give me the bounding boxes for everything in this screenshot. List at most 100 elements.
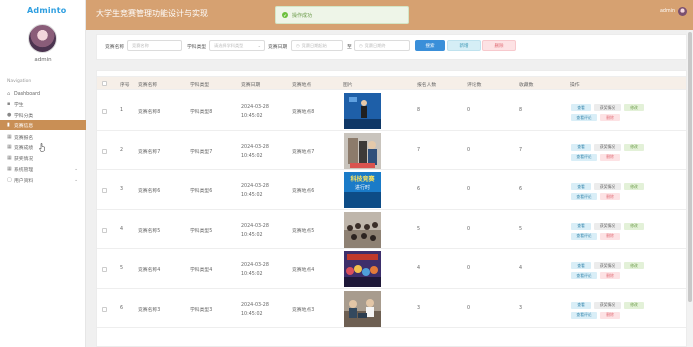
- sidebar-item-0[interactable]: ⌂ Dashboard: [0, 89, 86, 99]
- view-comments-button[interactable]: 查看评论: [571, 153, 597, 161]
- select-all-checkbox[interactable]: [102, 81, 107, 86]
- row-comments: 0: [467, 226, 471, 232]
- grid-icon: ▦: [7, 134, 12, 140]
- view-button[interactable]: 查看: [571, 262, 591, 269]
- nav-section-title: Navigation: [7, 79, 32, 84]
- row-place: 竞赛地点5: [292, 228, 315, 234]
- row-index: 2: [120, 147, 124, 153]
- sidebar-item-8[interactable]: ▢ 用户资料 ⌄: [0, 175, 86, 185]
- row-checkbox[interactable]: [102, 227, 107, 233]
- date-end-input[interactable]: ◷ 竞赛日期终: [354, 40, 410, 51]
- award-status-button[interactable]: 获奖情况: [594, 222, 621, 230]
- row-delete-button[interactable]: 删除: [600, 272, 620, 279]
- col-actions: 操作: [570, 83, 580, 88]
- row-index: 5: [120, 266, 124, 271]
- view-button[interactable]: 查看: [571, 301, 591, 309]
- row-checkbox[interactable]: [102, 267, 107, 272]
- row-type: 学科类型3: [190, 307, 213, 313]
- name-search-input[interactable]: 竞赛名称: [127, 40, 182, 51]
- row-delete-button[interactable]: 删除: [600, 114, 620, 121]
- view-button[interactable]: 查看: [571, 183, 591, 190]
- row-signups: 7: [417, 147, 421, 153]
- col-comments: 评论数: [467, 83, 482, 88]
- award-status-button[interactable]: 获奖情况: [594, 183, 621, 190]
- view-comments-button[interactable]: 查看评论: [571, 114, 597, 121]
- edit-button[interactable]: 修改: [624, 262, 644, 269]
- classroom-photo[interactable]: [344, 211, 381, 248]
- row-checkbox[interactable]: [102, 109, 107, 114]
- type-select[interactable]: 请选择学科类型 ⌄: [209, 40, 265, 51]
- sidebar-item-7[interactable]: ▦ 系统管理 ⌄: [0, 164, 86, 174]
- view-button[interactable]: 查看: [571, 143, 591, 151]
- view-comments-button[interactable]: 查看评论: [571, 193, 597, 200]
- sidebar-item-label: 学科分类: [14, 113, 34, 119]
- robot-photo[interactable]: [344, 132, 381, 169]
- avatar[interactable]: [28, 24, 57, 53]
- row-name: 竞赛名称3: [138, 307, 161, 313]
- mouse-pointer-icon: [39, 143, 45, 152]
- edit-button[interactable]: 修改: [624, 104, 644, 111]
- row-checkbox[interactable]: [102, 148, 107, 154]
- edit-button[interactable]: 修改: [624, 143, 644, 151]
- sidebar: Adminto admin Navigation ⌂ Dashboard ▪ 学生 ● 学…: [0, 0, 86, 347]
- edit-button[interactable]: 修改: [624, 183, 644, 190]
- row-delete-button[interactable]: 删除: [600, 232, 620, 240]
- sidebar-item-label: 用户资料: [14, 178, 34, 184]
- sidebar-item-1[interactable]: ▪ 学生: [0, 99, 86, 109]
- sidebar-item-6[interactable]: ▦ 获奖情况: [0, 153, 86, 163]
- name-filter-label: 竞赛名称: [105, 45, 125, 50]
- search-button[interactable]: 搜索: [415, 40, 445, 51]
- view-comments-button[interactable]: 查看评论: [571, 272, 597, 279]
- row-signups: 8: [417, 108, 421, 113]
- delete-button[interactable]: 删除: [482, 40, 516, 51]
- row-name: 竞赛名称8: [138, 110, 161, 115]
- view-button[interactable]: 查看: [571, 104, 591, 111]
- app-logo[interactable]: Adminto: [27, 6, 66, 15]
- view-comments-button[interactable]: 查看评论: [571, 311, 597, 319]
- row-type: 学科类型4: [190, 268, 213, 273]
- sidebar-item-label: Dashboard: [14, 91, 41, 97]
- sidebar-item-label: 竞赛报名: [14, 135, 34, 141]
- row-date: 2024-03-28 10:45:02: [241, 302, 269, 317]
- poster-photo[interactable]: 科技竞赛进行时: [344, 172, 381, 208]
- row-date: 2024-03-28 10:45:02: [241, 223, 269, 238]
- award-status-button[interactable]: 获奖情况: [594, 104, 621, 111]
- date-start-input[interactable]: ◷ 竞赛日期起始: [291, 40, 343, 51]
- header-username[interactable]: admin: [660, 9, 675, 14]
- row-index: 1: [120, 108, 124, 113]
- sidebar-item-3[interactable]: ▮ 竞赛信息: [0, 120, 86, 130]
- edit-button[interactable]: 修改: [624, 301, 644, 309]
- add-button[interactable]: 新增: [447, 40, 481, 51]
- date-filter-label: 竞赛日期: [268, 45, 288, 50]
- user-file-icon: ▢: [7, 177, 12, 183]
- row-comments: 0: [467, 187, 471, 192]
- row-delete-button[interactable]: 删除: [600, 193, 620, 200]
- col-place: 竞赛地点: [292, 83, 312, 88]
- row-checkbox[interactable]: [102, 306, 107, 312]
- col-index: 序号: [120, 83, 130, 88]
- chevron-down-icon: ⌄: [74, 166, 78, 172]
- view-comments-button[interactable]: 查看评论: [571, 232, 597, 240]
- row-date: 2024-03-28 10:45:02: [241, 144, 269, 159]
- row-type: 学科类型6: [190, 189, 213, 194]
- row-favorites: 3: [519, 305, 523, 311]
- row-place: 竞赛地点4: [292, 268, 315, 273]
- crowd-photo[interactable]: [344, 251, 381, 287]
- sidebar-item-2[interactable]: ● 学科分类: [0, 110, 86, 120]
- award-status-button[interactable]: 获奖情况: [594, 262, 621, 269]
- award-status-button[interactable]: 获奖情况: [594, 301, 621, 309]
- edit-button[interactable]: 修改: [624, 222, 644, 230]
- view-button[interactable]: 查看: [571, 222, 591, 230]
- sidebar-item-4[interactable]: ▦ 竞赛报名: [0, 132, 86, 142]
- award-status-button[interactable]: 获奖情况: [594, 143, 621, 151]
- page-scrollbar[interactable]: [687, 30, 693, 347]
- row-checkbox[interactable]: [102, 188, 107, 193]
- header-avatar[interactable]: [678, 7, 687, 16]
- lab-photo[interactable]: [344, 290, 381, 327]
- clock-icon: ◷: [296, 43, 300, 48]
- stage-photo[interactable]: [344, 93, 381, 129]
- row-delete-button[interactable]: 删除: [600, 311, 620, 319]
- row-delete-button[interactable]: 删除: [600, 153, 620, 161]
- scrollbar-thumb[interactable]: [688, 32, 692, 302]
- row-index: 4: [120, 226, 124, 232]
